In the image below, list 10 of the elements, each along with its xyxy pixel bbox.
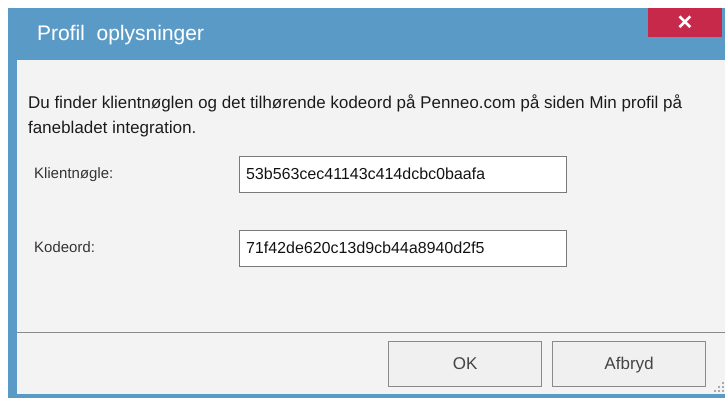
dialog-button[interactable]: OK bbox=[388, 340, 542, 386]
input-field[interactable]: 53b563cec41143c414dcbc0baafa bbox=[239, 156, 567, 193]
dialog-button[interactable]: Afbryd bbox=[552, 340, 706, 386]
window-title: Profil oplysninger bbox=[37, 21, 204, 48]
input-field[interactable]: 71f42de620c13d9cb44a8940d2f5 bbox=[239, 230, 567, 267]
resize-grip-icon[interactable] bbox=[714, 382, 724, 392]
field-label: Kodeord: bbox=[33, 238, 96, 258]
close-button[interactable]: ✕ bbox=[648, 8, 722, 37]
message-text: Du finder klientnøglen og det tilhørende kodeord på Penneo.com på siden Min profil på fanebladet integration. bbox=[28, 92, 683, 139]
field-label: Klientnøgle: bbox=[33, 164, 114, 184]
